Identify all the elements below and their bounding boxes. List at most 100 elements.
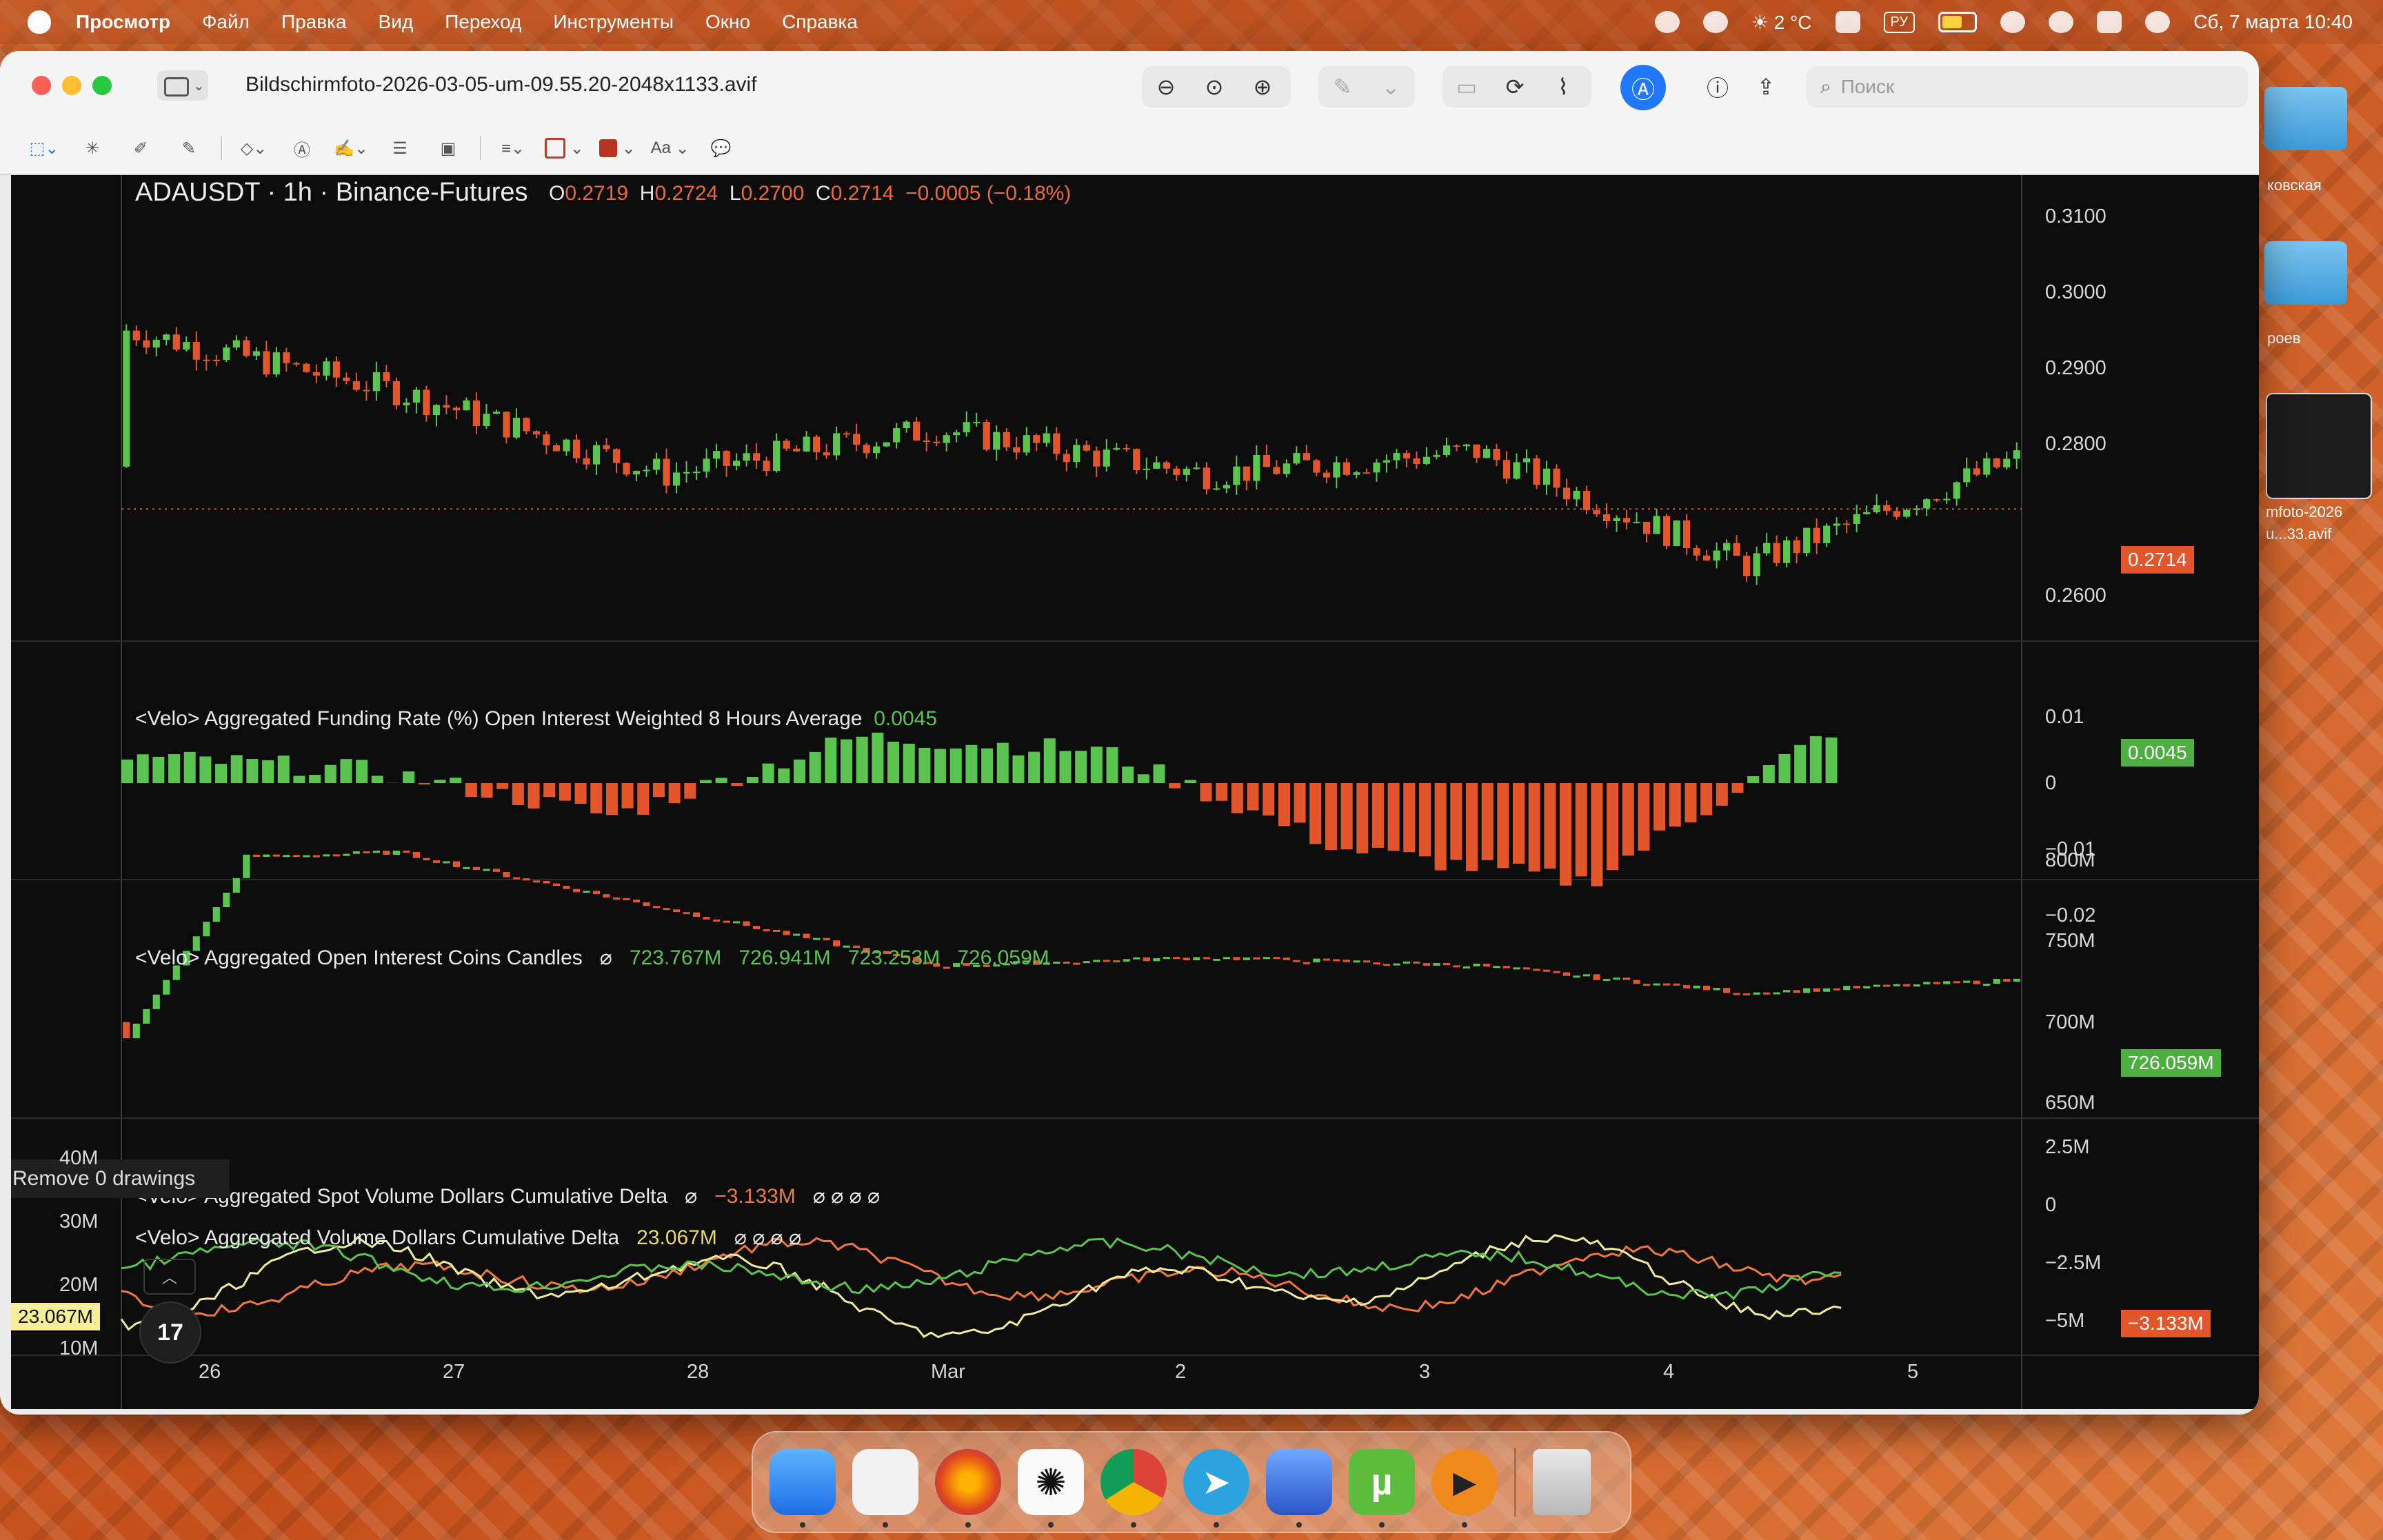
border-color-button[interactable]: ⌄	[545, 133, 584, 163]
desktop-image-thumbnail[interactable]	[2266, 393, 2372, 499]
funding-bar	[1591, 783, 1603, 886]
oi-candle	[1522, 967, 1531, 970]
zoom-fit-icon[interactable]: ⊙	[1190, 66, 1238, 108]
remove-drawings-button[interactable]: Remove 0 drawings	[11, 1159, 230, 1198]
window-minimize-button[interactable]	[62, 76, 81, 95]
spot-cvd-tag: −3.133M	[2121, 1310, 2211, 1337]
adjust-size-icon[interactable]: ▣	[432, 133, 465, 163]
telegram-status-icon[interactable]	[1702, 11, 1728, 33]
menu-file[interactable]: Файл	[202, 11, 250, 33]
funding-bar	[1716, 783, 1728, 806]
wifi-icon[interactable]	[2000, 11, 2026, 33]
rect-select-icon[interactable]: ⬚⌄	[28, 133, 61, 163]
shapes-icon[interactable]: ◇⌄	[237, 133, 270, 163]
info-icon[interactable]: ⓘ	[1693, 66, 1742, 108]
infuse-icon[interactable]: ▶	[1431, 1449, 1498, 1528]
siri-icon[interactable]	[2145, 11, 2171, 33]
apple-menu-icon[interactable]	[28, 10, 51, 34]
low-label: L	[729, 182, 741, 205]
input-language[interactable]: РУ	[1883, 11, 1916, 33]
sidebar-toggle-button[interactable]: ⌄	[157, 70, 208, 101]
menu-app-name[interactable]: Просмотр	[76, 11, 170, 33]
oi-candle	[323, 854, 330, 857]
collapse-pane-button[interactable]: ︿	[143, 1259, 196, 1295]
funding-bar	[1544, 783, 1556, 869]
line-style-icon[interactable]: ≡⌄	[496, 133, 530, 163]
chatgpt-icon[interactable]: ✺	[1018, 1449, 1084, 1528]
funding-bar	[1497, 783, 1509, 869]
highlight-pen-icon[interactable]: ✎	[1318, 66, 1367, 108]
funding-bar	[1434, 783, 1447, 871]
instant-alpha-icon[interactable]: ✳	[76, 133, 109, 163]
indicator-eye-icons[interactable]: ⌀ ⌀ ⌀ ⌀	[734, 1226, 801, 1249]
visibility-icon[interactable]: ⌀	[685, 1185, 697, 1208]
crop-icon[interactable]: ▭	[1442, 66, 1491, 108]
sign-icon[interactable]: ✍⌄	[334, 133, 368, 163]
funding-bar	[230, 755, 243, 783]
spotlight-icon[interactable]	[2049, 11, 2074, 33]
text-style-button[interactable]: Aa ⌄	[651, 133, 690, 163]
adjust-color-icon[interactable]: ☰	[383, 133, 416, 163]
price-candle	[523, 418, 530, 432]
weather-widget[interactable]: ☀ 2 °C	[1751, 11, 1812, 34]
utorrent-icon[interactable]: µ	[1349, 1449, 1415, 1528]
search-field[interactable]: ⌕	[1807, 66, 2248, 108]
oi-candle	[532, 880, 541, 883]
price-candle	[643, 469, 650, 472]
window-close-button[interactable]	[32, 76, 51, 95]
window-zoom-button[interactable]	[92, 76, 112, 95]
safari-alt-icon[interactable]	[852, 1449, 918, 1528]
menu-edit[interactable]: Правка	[281, 11, 347, 33]
battery-icon[interactable]	[1938, 12, 1978, 32]
funding-bar	[762, 763, 774, 783]
menu-view[interactable]: Вид	[379, 11, 414, 33]
desktop-folder-icon[interactable]	[2264, 241, 2347, 305]
oi-candle	[732, 921, 741, 924]
funding-bar	[340, 759, 352, 783]
finder-icon[interactable]	[770, 1449, 836, 1528]
menu-help[interactable]: Справка	[782, 11, 858, 33]
rotate-icon[interactable]: ⟳	[1491, 66, 1539, 108]
menu-window[interactable]: Окно	[705, 11, 750, 33]
annotate-icon[interactable]: 💬	[705, 133, 738, 163]
zoom-out-icon[interactable]: ⊖	[1142, 66, 1190, 108]
status-app-icon[interactable]	[1654, 11, 1680, 33]
oi-candle	[753, 926, 761, 930]
oi-candle	[1093, 960, 1100, 962]
jar-app-icon[interactable]	[1266, 1449, 1332, 1528]
fill-color-button[interactable]: ⌄	[599, 133, 636, 163]
sketch-icon[interactable]: ✐	[124, 133, 157, 163]
funding-bar	[996, 742, 1009, 783]
control-center-icon[interactable]	[2097, 11, 2122, 33]
menu-go[interactable]: Переход	[445, 11, 521, 33]
draw-icon[interactable]: ✎	[172, 133, 205, 163]
high-label: H	[639, 182, 655, 205]
telegram-icon[interactable]: ➤	[1183, 1449, 1249, 1528]
markup-toggle-button[interactable]: Ⓐ	[1620, 65, 1666, 110]
oi-candle	[1733, 993, 1740, 995]
indicator-eye-icons[interactable]: ⌀ ⌀ ⌀ ⌀	[813, 1185, 880, 1208]
desktop-folder-icon[interactable]	[2264, 87, 2347, 150]
funding-bar	[183, 751, 196, 783]
oi-pane-title: <Velo> Aggregated Open Interest Coins Ca…	[135, 946, 1049, 970]
text-box-icon[interactable]: Ⓐ	[285, 133, 319, 163]
funding-bar	[1513, 783, 1525, 864]
visibility-icon[interactable]: ⌀	[600, 946, 612, 969]
funding-bar	[1184, 780, 1196, 783]
menu-tools[interactable]: Инструменты	[553, 11, 674, 33]
trash-icon[interactable]	[1533, 1449, 1591, 1515]
search-input[interactable]	[1839, 75, 2215, 99]
total-cvd-value: 23.067M	[636, 1226, 717, 1249]
zoom-in-icon[interactable]: ⊕	[1238, 66, 1287, 108]
price-candle	[1413, 458, 1420, 464]
chrome-icon[interactable]	[1100, 1449, 1167, 1528]
share-icon[interactable]: ⇪	[1742, 66, 1790, 108]
shield-status-icon[interactable]	[1835, 11, 1860, 33]
tradingview-logo[interactable]: 17	[139, 1301, 201, 1364]
oi-candle	[132, 1024, 140, 1039]
adjust-icon[interactable]: ⌇	[1539, 66, 1587, 108]
menu-clock[interactable]: Сб, 7 марта 10:40	[2193, 11, 2353, 33]
firefox-icon[interactable]	[935, 1449, 1001, 1528]
chevron-down-icon[interactable]: ⌄	[1367, 66, 1415, 108]
oi-candle	[1613, 977, 1620, 980]
